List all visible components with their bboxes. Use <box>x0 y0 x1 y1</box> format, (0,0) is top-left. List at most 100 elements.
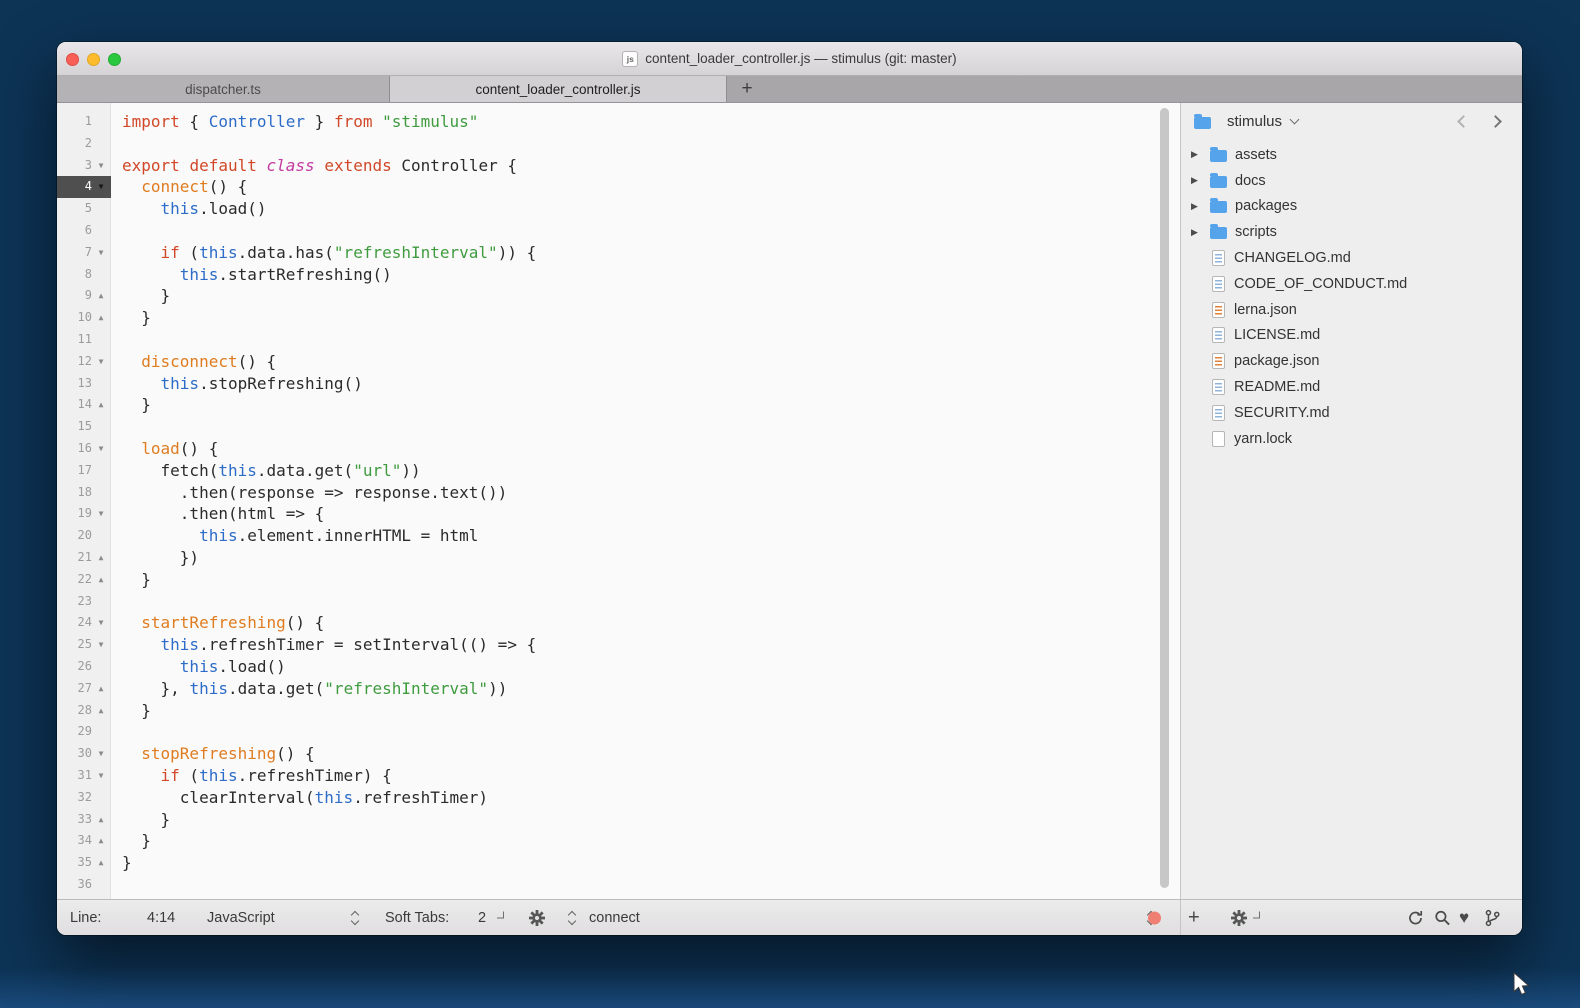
code-text[interactable]: clearInterval(this.refreshTimer) <box>111 787 488 809</box>
code-text[interactable]: } <box>111 285 170 307</box>
line-number-cell[interactable]: 9▲ <box>57 285 111 307</box>
fold-end-icon[interactable]: ▲ <box>94 307 108 329</box>
refresh-icon[interactable] <box>1407 909 1424 926</box>
file-tree-item-code-of-conduct-md[interactable]: CODE_OF_CONDUCT.md <box>1181 271 1522 297</box>
code-text[interactable]: } <box>111 830 151 852</box>
file-tree-item-docs[interactable]: ▶docs <box>1181 168 1522 194</box>
code-text[interactable]: }, this.data.get("refreshInterval")) <box>111 678 507 700</box>
fold-open-icon[interactable]: ▼ <box>94 743 108 765</box>
sidebar-settings-chevron-icon[interactable] <box>1253 911 1260 918</box>
fold-open-icon[interactable]: ▼ <box>94 438 108 460</box>
code-text[interactable]: } <box>111 700 151 722</box>
editor-scrollbar[interactable] <box>1160 108 1169 888</box>
fold-end-icon[interactable]: ▲ <box>94 852 108 874</box>
navigate-back-icon[interactable] <box>1457 115 1470 128</box>
code-text[interactable]: startRefreshing() { <box>111 612 324 634</box>
disclosure-triangle-icon[interactable]: ▶ <box>1191 227 1210 238</box>
line-number-cell[interactable]: 18 <box>57 482 111 504</box>
close-button[interactable] <box>66 53 79 66</box>
line-number-cell[interactable]: 29 <box>57 721 111 743</box>
file-tree-item-scripts[interactable]: ▶scripts <box>1181 219 1522 245</box>
file-tree-item-readme-md[interactable]: README.md <box>1181 374 1522 400</box>
fold-open-icon[interactable]: ▼ <box>94 612 108 634</box>
fold-end-icon[interactable]: ▲ <box>94 394 108 416</box>
new-file-button[interactable]: + <box>1188 906 1200 929</box>
line-number-cell[interactable]: 28▲ <box>57 700 111 722</box>
fold-open-icon[interactable]: ▼ <box>94 634 108 656</box>
line-number-cell[interactable]: 11 <box>57 329 111 351</box>
file-tree-item-changelog-md[interactable]: CHANGELOG.md <box>1181 245 1522 271</box>
line-number-cell[interactable]: 30▼ <box>57 743 111 765</box>
code-text[interactable]: export default class extends Controller … <box>111 155 517 177</box>
search-icon[interactable] <box>1434 909 1451 926</box>
line-number-cell[interactable]: 32 <box>57 787 111 809</box>
fold-open-icon[interactable]: ▼ <box>94 351 108 373</box>
window-titlebar[interactable]: js content_loader_controller.js — stimul… <box>57 42 1522 76</box>
code-text[interactable]: import { Controller } from "stimulus" <box>111 111 478 133</box>
line-number-cell[interactable]: 8 <box>57 264 111 286</box>
fold-open-icon[interactable]: ▼ <box>94 242 108 264</box>
line-number-cell[interactable]: 19▼ <box>57 503 111 525</box>
line-number-cell[interactable]: 35▲ <box>57 852 111 874</box>
fold-end-icon[interactable]: ▲ <box>94 830 108 852</box>
current-symbol[interactable]: connect <box>589 910 640 926</box>
line-number-cell[interactable]: 33▲ <box>57 809 111 831</box>
file-tree-item-assets[interactable]: ▶assets <box>1181 142 1522 168</box>
code-editor[interactable]: 1import { Controller } from "stimulus"23… <box>57 103 1180 899</box>
line-number-cell[interactable]: 21▲ <box>57 547 111 569</box>
code-text[interactable]: }) <box>111 547 199 569</box>
line-number-cell[interactable]: 27▲ <box>57 678 111 700</box>
fold-open-icon[interactable]: ▼ <box>94 765 108 787</box>
file-tree-item-packages[interactable]: ▶packages <box>1181 194 1522 220</box>
code-text[interactable]: fetch(this.data.get("url")) <box>111 460 421 482</box>
line-number-cell[interactable]: 6 <box>57 220 111 242</box>
fold-end-icon[interactable]: ▲ <box>94 547 108 569</box>
heart-icon[interactable]: ♥ <box>1459 908 1469 928</box>
line-number-cell[interactable]: 7▼ <box>57 242 111 264</box>
line-number-cell[interactable]: 14▲ <box>57 394 111 416</box>
code-text[interactable]: if (this.data.has("refreshInterval")) { <box>111 242 536 264</box>
fold-end-icon[interactable]: ▲ <box>94 569 108 591</box>
disclosure-triangle-icon[interactable]: ▶ <box>1191 149 1210 160</box>
file-tree-item-security-md[interactable]: SECURITY.md <box>1181 400 1522 426</box>
code-text[interactable]: } <box>111 394 151 416</box>
file-tree-item-package-json[interactable]: package.json <box>1181 348 1522 374</box>
code-text[interactable]: this.startRefreshing() <box>111 264 392 286</box>
fold-open-icon[interactable]: ▼ <box>94 155 108 177</box>
tab-dispatcher-ts[interactable]: dispatcher.ts <box>57 76 390 102</box>
code-text[interactable]: .then(html => { <box>111 503 324 525</box>
line-number-cell[interactable]: 26 <box>57 656 111 678</box>
fold-end-icon[interactable]: ▲ <box>94 700 108 722</box>
line-number-cell[interactable]: 23 <box>57 591 111 613</box>
line-number-cell[interactable]: 24▼ <box>57 612 111 634</box>
chevron-down-icon[interactable] <box>1290 115 1300 125</box>
code-text[interactable]: disconnect() { <box>111 351 276 373</box>
git-branch-icon[interactable] <box>1485 909 1500 926</box>
line-number-cell[interactable]: 20 <box>57 525 111 547</box>
line-number-cell[interactable]: 2 <box>57 133 111 155</box>
fold-end-icon[interactable]: ▲ <box>94 809 108 831</box>
line-number-cell[interactable]: 4▼ <box>57 176 111 198</box>
file-tree-item-lerna-json[interactable]: lerna.json <box>1181 297 1522 323</box>
soft-tabs-value[interactable]: 2 <box>478 910 486 926</box>
line-number-cell[interactable]: 15 <box>57 416 111 438</box>
file-tree-item-yarn-lock[interactable]: yarn.lock <box>1181 426 1522 452</box>
disclosure-triangle-icon[interactable]: ▶ <box>1191 201 1210 212</box>
language-selector[interactable]: JavaScript <box>207 910 275 926</box>
code-text[interactable]: } <box>111 809 170 831</box>
line-number-cell[interactable]: 1 <box>57 111 111 133</box>
code-text[interactable]: this.load() <box>111 198 267 220</box>
line-number-cell[interactable]: 22▲ <box>57 569 111 591</box>
line-number-cell[interactable]: 13 <box>57 373 111 395</box>
sidebar-settings-gear-icon[interactable] <box>1231 910 1247 926</box>
fold-end-icon[interactable]: ▲ <box>94 678 108 700</box>
soft-tabs-chevron-icon[interactable] <box>497 911 504 918</box>
code-text[interactable]: this.load() <box>111 656 286 678</box>
line-number-cell[interactable]: 5 <box>57 198 111 220</box>
language-stepper-icon[interactable] <box>350 910 361 926</box>
code-text[interactable]: this.stopRefreshing() <box>111 373 363 395</box>
line-number-cell[interactable]: 25▼ <box>57 634 111 656</box>
line-number-cell[interactable]: 12▼ <box>57 351 111 373</box>
code-text[interactable]: } <box>111 852 132 874</box>
new-tab-button[interactable]: + <box>727 76 767 102</box>
